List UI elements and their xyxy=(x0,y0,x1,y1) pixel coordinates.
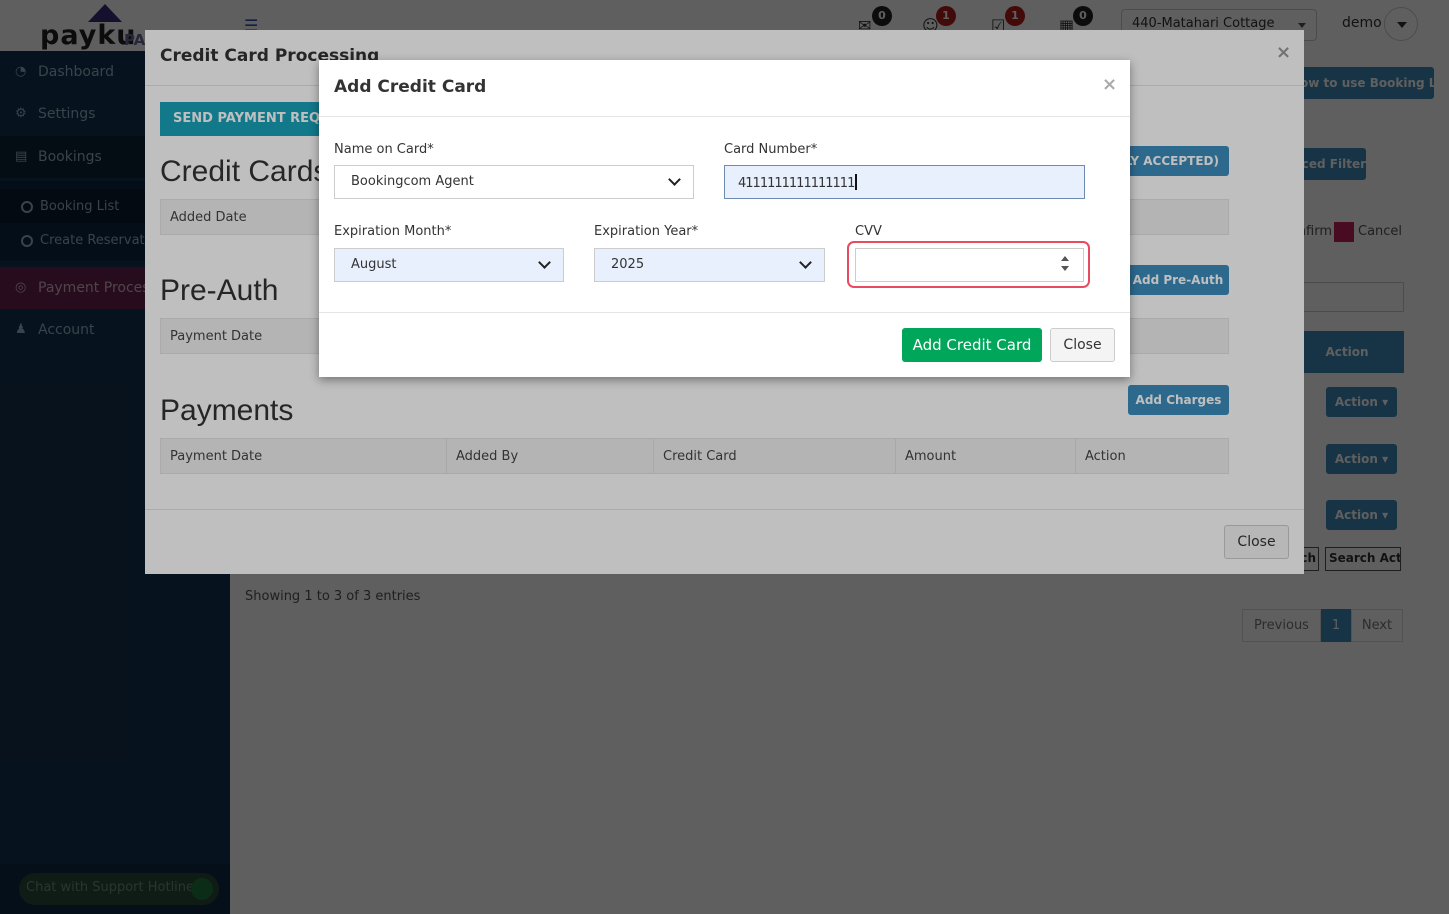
text-cursor xyxy=(855,174,858,190)
card-number-value: 4111111111111111 xyxy=(738,176,855,191)
modal-header: Add Credit Card × xyxy=(319,60,1130,117)
number-spinner-icon[interactable] xyxy=(1061,256,1069,274)
modal-footer-divider xyxy=(319,312,1130,313)
card-number-input[interactable]: 4111111111111111 xyxy=(724,165,1085,199)
close-x-icon[interactable]: × xyxy=(1102,74,1117,95)
expiration-month-value: August xyxy=(351,257,397,272)
expiration-month-label: Expiration Month* xyxy=(334,224,452,239)
card-number-label: Card Number* xyxy=(724,142,818,157)
cvv-input[interactable] xyxy=(855,248,1084,282)
chevron-down-icon xyxy=(668,173,681,186)
name-on-card-label: Name on Card* xyxy=(334,142,434,157)
modal-title: Add Credit Card xyxy=(334,77,487,97)
expiration-year-label: Expiration Year* xyxy=(594,224,699,239)
cvv-label: CVV xyxy=(855,224,882,239)
expiration-year-value: 2025 xyxy=(611,257,645,272)
expiration-year-select[interactable]: 2025 xyxy=(594,248,825,282)
name-on-card-select[interactable]: Bookingcom Agent xyxy=(334,165,694,199)
name-on-card-value: Bookingcom Agent xyxy=(351,174,474,189)
add-credit-card-submit-button[interactable]: Add Credit Card xyxy=(902,328,1042,362)
chevron-down-icon xyxy=(538,256,551,269)
chevron-down-icon xyxy=(799,256,812,269)
expiration-month-select[interactable]: August xyxy=(334,248,564,282)
close-button[interactable]: Close xyxy=(1050,328,1115,362)
add-credit-card-modal: Add Credit Card × Name on Card* Bookingc… xyxy=(319,60,1130,377)
